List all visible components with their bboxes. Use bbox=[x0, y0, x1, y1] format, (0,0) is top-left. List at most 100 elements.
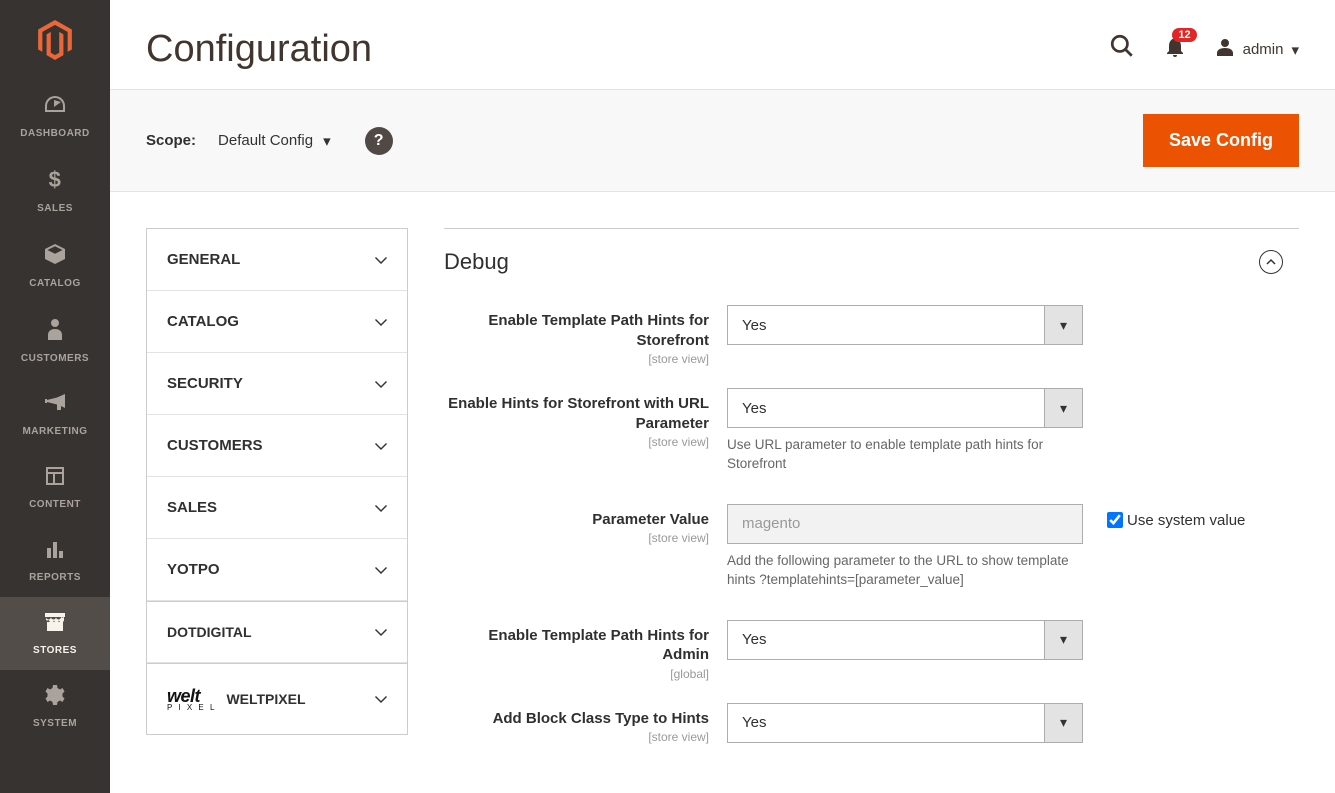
chevron-down-icon: ▾ bbox=[1044, 389, 1082, 427]
chevron-down-icon bbox=[375, 563, 387, 577]
field-scope: [store view] bbox=[444, 352, 709, 366]
config-nav-security[interactable]: SECURITY bbox=[147, 353, 407, 415]
dollar-icon: $ bbox=[44, 167, 66, 197]
select-enable-storefront-hints[interactable]: Yes ▾ bbox=[727, 305, 1083, 345]
field-enable-admin-hints: Enable Template Path Hints for Admin [gl… bbox=[444, 620, 1299, 681]
field-enable-url-param: Enable Hints for Storefront with URL Par… bbox=[444, 388, 1299, 474]
sidebar-label: SALES bbox=[37, 203, 73, 214]
chevron-down-icon: ▾ bbox=[1044, 621, 1082, 659]
help-icon[interactable]: ? bbox=[365, 127, 393, 155]
field-note: Use URL parameter to enable template pat… bbox=[727, 436, 1083, 474]
select-block-class-hints[interactable]: Yes ▾ bbox=[727, 703, 1083, 743]
config-nav-label: YOTPO bbox=[167, 561, 220, 578]
field-label: Enable Template Path Hints for Storefron… bbox=[444, 311, 709, 350]
chevron-down-icon: ▾ bbox=[1291, 41, 1299, 59]
scope-bar: Scope: Default Config ▾ ? Save Config bbox=[110, 89, 1335, 192]
select-value: Yes bbox=[728, 621, 1044, 659]
config-nav-label: DOTDIGITAL bbox=[167, 624, 252, 640]
page-title: Configuration bbox=[146, 28, 372, 71]
scope-value: Default Config bbox=[218, 132, 313, 149]
sidebar-item-sales[interactable]: $ SALES bbox=[0, 153, 110, 228]
sidebar-label: CUSTOMERS bbox=[21, 353, 89, 364]
select-value: Yes bbox=[728, 306, 1044, 344]
page-header: Configuration 12 admin ▾ bbox=[110, 0, 1335, 89]
field-enable-storefront-hints: Enable Template Path Hints for Storefron… bbox=[444, 305, 1299, 366]
header-actions: 12 admin ▾ bbox=[1109, 33, 1299, 66]
user-menu[interactable]: admin ▾ bbox=[1215, 37, 1299, 63]
config-nav-label: CATALOG bbox=[167, 313, 239, 330]
chevron-down-icon: ▾ bbox=[1044, 704, 1082, 742]
user-icon bbox=[1215, 37, 1235, 63]
collapse-icon bbox=[1259, 250, 1283, 274]
person-icon bbox=[44, 317, 66, 347]
config-nav-label: WELTPIXEL bbox=[226, 691, 305, 707]
config-nav-yotpo[interactable]: YOTPO bbox=[147, 539, 407, 601]
search-icon[interactable] bbox=[1109, 33, 1135, 66]
main-content: Configuration 12 admin ▾ Scope: Default … bbox=[110, 0, 1335, 766]
field-scope: [store view] bbox=[444, 531, 709, 545]
config-nav-label: SECURITY bbox=[167, 375, 243, 392]
chevron-down-icon: ▾ bbox=[1044, 306, 1082, 344]
section-header-debug[interactable]: Debug bbox=[444, 229, 1299, 305]
sidebar-item-marketing[interactable]: MARKETING bbox=[0, 378, 110, 451]
magento-logo-icon bbox=[35, 20, 75, 60]
config-nav-label: CUSTOMERS bbox=[167, 437, 263, 454]
sidebar-item-system[interactable]: SYSTEM bbox=[0, 670, 110, 743]
select-enable-url-param[interactable]: Yes ▾ bbox=[727, 388, 1083, 428]
chevron-down-icon bbox=[375, 501, 387, 515]
scope-selector[interactable]: Default Config ▾ bbox=[218, 132, 331, 150]
chevron-down-icon bbox=[375, 315, 387, 329]
config-nav-dotdigital[interactable]: DOTDIGITAL bbox=[147, 601, 407, 663]
gear-icon bbox=[44, 684, 66, 712]
box-icon bbox=[43, 242, 67, 272]
sidebar-item-customers[interactable]: CUSTOMERS bbox=[0, 303, 110, 378]
select-enable-admin-hints[interactable]: Yes ▾ bbox=[727, 620, 1083, 660]
field-scope: [global] bbox=[444, 667, 709, 681]
sidebar: DASHBOARD $ SALES CATALOG CUSTOMERS MARK… bbox=[0, 0, 110, 793]
svg-text:$: $ bbox=[49, 167, 62, 191]
sidebar-item-stores[interactable]: STORES bbox=[0, 597, 110, 670]
store-icon bbox=[43, 611, 67, 639]
field-label: Add Block Class Type to Hints bbox=[444, 709, 709, 729]
config-nav-label: SALES bbox=[167, 499, 217, 516]
chevron-down-icon bbox=[375, 625, 387, 639]
field-scope: [store view] bbox=[444, 435, 709, 449]
input-parameter-value[interactable] bbox=[727, 504, 1083, 544]
checkbox-use-system-value[interactable] bbox=[1107, 512, 1123, 528]
notifications-button[interactable]: 12 bbox=[1165, 36, 1185, 64]
chevron-down-icon bbox=[375, 253, 387, 267]
chevron-down-icon bbox=[375, 692, 387, 706]
config-nav-catalog[interactable]: CATALOG bbox=[147, 291, 407, 353]
sidebar-label: CONTENT bbox=[29, 499, 81, 510]
config-nav-sales[interactable]: SALES bbox=[147, 477, 407, 539]
config-nav-weltpixel[interactable]: weltP I X E L WELTPIXEL bbox=[147, 663, 407, 734]
config-main: Debug Enable Template Path Hints for Sto… bbox=[444, 228, 1299, 766]
user-name: admin bbox=[1243, 41, 1284, 58]
field-label: Parameter Value bbox=[444, 510, 709, 530]
config-nav-general[interactable]: GENERAL bbox=[147, 229, 407, 291]
save-config-button[interactable]: Save Config bbox=[1143, 114, 1299, 167]
field-label: Enable Template Path Hints for Admin bbox=[444, 626, 709, 665]
magento-logo[interactable] bbox=[0, 0, 110, 80]
sidebar-label: STORES bbox=[33, 645, 77, 656]
dashboard-icon bbox=[43, 94, 67, 122]
section-title: Debug bbox=[444, 249, 509, 275]
weltpixel-logo: weltP I X E L bbox=[167, 686, 216, 712]
field-scope: [store view] bbox=[444, 730, 709, 744]
sidebar-label: DASHBOARD bbox=[20, 128, 90, 139]
select-value: Yes bbox=[728, 389, 1044, 427]
sidebar-label: REPORTS bbox=[29, 572, 81, 583]
chevron-down-icon bbox=[375, 377, 387, 391]
field-block-class-hints: Add Block Class Type to Hints [store vie… bbox=[444, 703, 1299, 745]
sidebar-item-reports[interactable]: REPORTS bbox=[0, 524, 110, 597]
scope-label: Scope: bbox=[146, 132, 196, 149]
chevron-down-icon bbox=[375, 439, 387, 453]
sidebar-item-dashboard[interactable]: DASHBOARD bbox=[0, 80, 110, 153]
sidebar-label: SYSTEM bbox=[33, 718, 77, 729]
config-nav-customers[interactable]: CUSTOMERS bbox=[147, 415, 407, 477]
layout-icon bbox=[44, 465, 66, 493]
checkbox-label: Use system value bbox=[1127, 512, 1245, 529]
sidebar-item-content[interactable]: CONTENT bbox=[0, 451, 110, 524]
sidebar-item-catalog[interactable]: CATALOG bbox=[0, 228, 110, 303]
field-note: Add the following parameter to the URL t… bbox=[727, 552, 1083, 590]
